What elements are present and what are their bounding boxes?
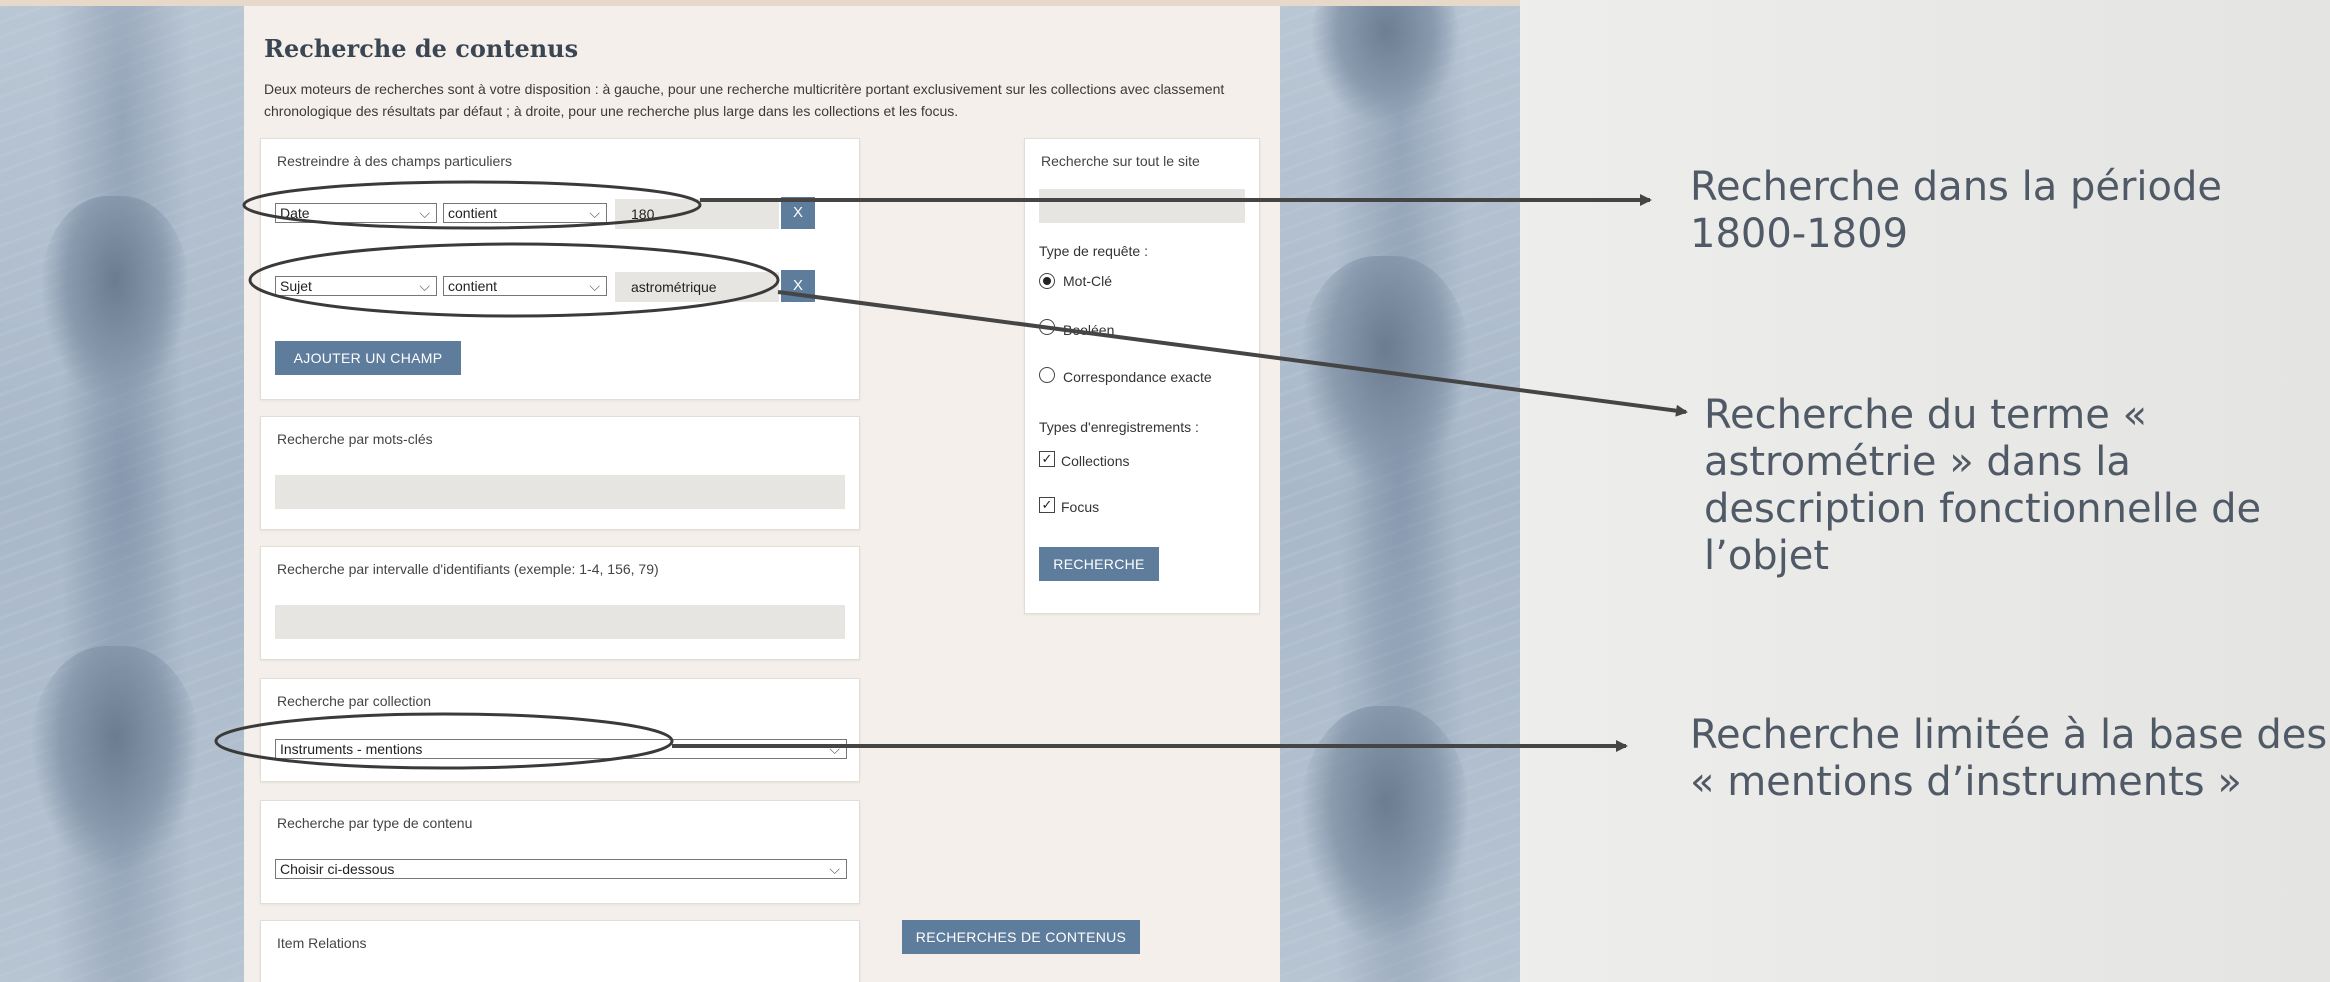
annotation-period: Recherche dans la période 1800-1809 bbox=[1690, 164, 2222, 257]
arrow-term bbox=[777, 290, 1688, 417]
highlight-ellipse bbox=[248, 242, 780, 318]
highlight-ellipse bbox=[242, 180, 702, 230]
highlight-ellipse bbox=[214, 712, 674, 770]
annotation-base: Recherche limitée à la base des « mentio… bbox=[1690, 712, 2328, 805]
annotation-term: Recherche du terme « astrométrie » dans … bbox=[1704, 392, 2262, 579]
